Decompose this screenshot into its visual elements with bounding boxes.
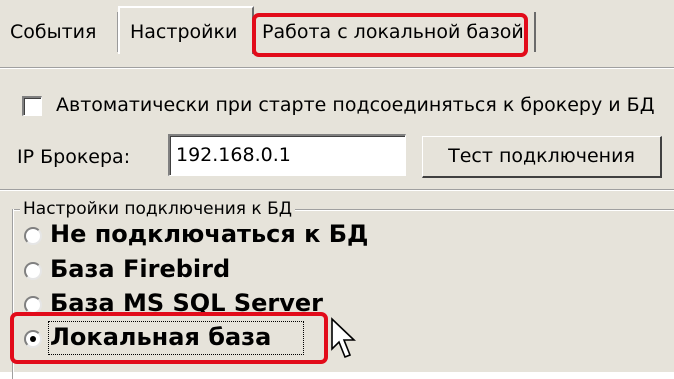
tab-settings[interactable]: Настройки <box>118 6 254 54</box>
settings-panel: События Работа с локальной базой Настрой… <box>0 0 674 379</box>
radio-no-db-label[interactable]: Не подключаться к БД <box>50 220 368 248</box>
auto-connect-label: Автоматически при старте подсоединяться … <box>56 94 655 116</box>
tab-events[interactable]: События <box>0 12 118 52</box>
auto-connect-checkbox[interactable] <box>22 96 42 116</box>
divider <box>0 190 674 191</box>
radio-firebird-label[interactable]: База Firebird <box>50 255 230 283</box>
divider <box>0 68 674 69</box>
radio-no-db[interactable] <box>24 227 42 245</box>
radio-firebird[interactable] <box>24 262 42 280</box>
broker-ip-input[interactable]: 192.168.0.1 <box>168 134 406 176</box>
tab-local-db-highlight <box>252 13 528 57</box>
local-db-highlight <box>10 312 328 364</box>
test-connection-button[interactable]: Тест подключения <box>422 136 662 178</box>
mouse-pointer-icon <box>331 317 356 359</box>
broker-ip-label: IP Брокера: <box>17 146 131 168</box>
db-group-title: Настройки подключения к БД <box>20 199 296 219</box>
